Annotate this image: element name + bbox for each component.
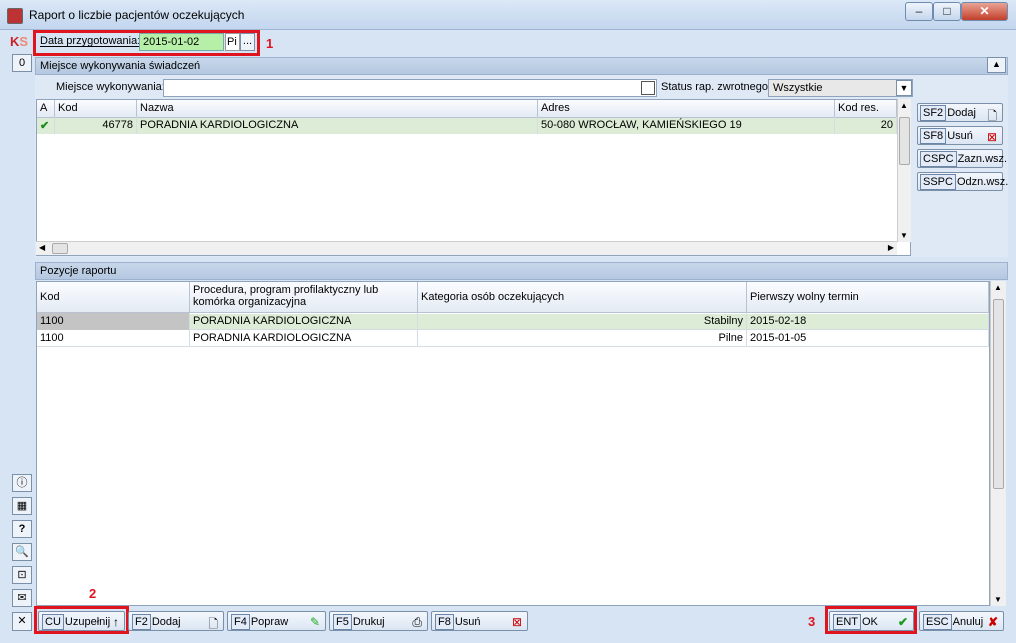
- cell-termin: 2015-02-18: [747, 313, 989, 330]
- report-items-table: Kod Procedura, program profilaktyczny lu…: [36, 281, 990, 606]
- column-header[interactable]: Procedura, program profilaktyczny lub ko…: [190, 282, 418, 313]
- close-icon[interactable]: ✕: [12, 612, 32, 631]
- section-report-items-header: Pozycje raportu: [35, 262, 1008, 280]
- app-icon: [7, 8, 23, 24]
- new-document-icon: 🗋: [987, 109, 997, 123]
- delete-icon: ⊠: [511, 615, 522, 629]
- places-table: A Kod Nazwa Adres Kod res. ✔ 46778 PORAD…: [36, 99, 911, 256]
- cell-procedura: PORADNIA KARDIOLOGICZNA: [190, 313, 418, 330]
- vertical-scrollbar[interactable]: ▲ ▼: [990, 281, 1006, 606]
- cell-kod: 1100: [37, 313, 190, 330]
- delete-button[interactable]: F8 Usuń ⊠: [431, 611, 528, 631]
- cell-termin: 2015-01-05: [747, 330, 989, 347]
- calculator-icon[interactable]: ▦: [12, 497, 32, 515]
- chevron-down-icon[interactable]: ▼: [896, 80, 912, 96]
- add-button[interactable]: F2 Dodaj 🗋: [128, 611, 224, 631]
- fill-in-button[interactable]: CU Uzupełnij ↑: [38, 611, 125, 631]
- status-label: Status rap. zwrotnego:: [661, 81, 772, 93]
- search-icon[interactable]: 🔍: [12, 543, 32, 561]
- status-select[interactable]: Wszystkie: [768, 79, 913, 97]
- add-place-button[interactable]: SF2 Dodaj 🗋: [917, 103, 1003, 123]
- annotation-label-2: 2: [89, 586, 97, 601]
- column-header[interactable]: Kod res.: [835, 100, 897, 118]
- logo-icon: KS: [10, 34, 29, 49]
- title-bar: Raport o liczbie pacjentów oczekujących …: [0, 0, 1016, 30]
- cell-kategoria: Stabilny: [418, 313, 747, 330]
- deselect-all-button[interactable]: SSPC Odzn.wsz.: [917, 172, 1008, 191]
- maximize-button[interactable]: □: [933, 2, 961, 21]
- column-header[interactable]: Kategoria osób oczekujących: [418, 282, 747, 313]
- select-all-button[interactable]: CSPC Zazn.wsz.: [917, 149, 1007, 168]
- cell-nazwa: PORADNIA KARDIOLOGICZNA: [137, 117, 538, 134]
- date-day-field: Pi: [225, 33, 240, 51]
- upload-icon: ↑: [113, 615, 119, 629]
- table-row[interactable]: 1100 PORADNIA KARDIOLOGICZNA Stabilny 20…: [37, 313, 989, 330]
- place-input[interactable]: [163, 79, 657, 97]
- annotation-label-1: 1: [266, 36, 274, 51]
- check-icon: ✔: [37, 117, 55, 134]
- annotation-label-3: 3: [808, 614, 816, 629]
- ok-button[interactable]: ENT OK ✔: [829, 611, 914, 631]
- column-header[interactable]: Adres: [538, 100, 835, 118]
- cell-adres: 50-080 WROCŁAW, KAMIEŃSKIEGO 19: [538, 117, 835, 134]
- column-header[interactable]: Pierwszy wolny termin: [747, 282, 989, 313]
- zero-button[interactable]: 0: [12, 54, 32, 72]
- table-row[interactable]: 1100 PORADNIA KARDIOLOGICZNA Pilne 2015-…: [37, 330, 989, 347]
- section-places-header: Miejsce wykonywania świadczeń: [35, 57, 1008, 75]
- printer-icon: ⎙: [412, 615, 422, 629]
- delete-icon: ⊠: [986, 130, 997, 144]
- pencil-icon: ✎: [309, 615, 320, 629]
- table-row[interactable]: ✔ 46778 PORADNIA KARDIOLOGICZNA 50-080 W…: [37, 117, 897, 134]
- cancel-button[interactable]: ESC Anuluj ✘: [919, 611, 1004, 631]
- new-document-icon: 🗋: [208, 617, 218, 631]
- minimize-button[interactable]: –: [905, 2, 933, 21]
- cell-kod: 1100: [37, 330, 190, 347]
- cell-kod-res: 20: [835, 117, 897, 134]
- place-lookup-button[interactable]: [641, 81, 655, 95]
- column-header[interactable]: Nazwa: [137, 100, 538, 118]
- info-icon[interactable]: ⓘ: [12, 474, 32, 492]
- horizontal-scrollbar[interactable]: ◀ ▶: [36, 241, 897, 255]
- print-button[interactable]: F5 Drukuj ⎙: [329, 611, 428, 631]
- date-picker-button[interactable]: ...: [240, 33, 255, 51]
- cell-kod: 46778: [55, 117, 137, 134]
- date-label: Data przygotowania:: [40, 35, 141, 47]
- date-input[interactable]: 2015-01-02: [139, 33, 224, 51]
- cell-kategoria: Pilne: [418, 330, 747, 347]
- collapse-icon[interactable]: ▲: [987, 57, 1006, 73]
- window-title: Raport o liczbie pacjentów oczekujących: [29, 8, 245, 22]
- mail-icon[interactable]: ✉: [12, 589, 32, 607]
- place-label: Miejsce wykonywania:: [56, 81, 165, 93]
- column-header[interactable]: A: [37, 100, 55, 118]
- cell-procedura: PORADNIA KARDIOLOGICZNA: [190, 330, 418, 347]
- help-icon[interactable]: ?: [12, 520, 32, 538]
- close-window-button[interactable]: ✕: [961, 2, 1008, 21]
- check-icon: ✔: [897, 615, 908, 629]
- edit-button[interactable]: F4 Popraw ✎: [227, 611, 326, 631]
- image-icon[interactable]: ⊡: [12, 566, 32, 584]
- delete-place-button[interactable]: SF8 Usuń ⊠: [917, 126, 1003, 145]
- column-header[interactable]: Kod: [55, 100, 137, 118]
- vertical-scrollbar[interactable]: ▲ ▼: [897, 99, 911, 242]
- column-header[interactable]: Kod: [37, 282, 190, 313]
- cancel-icon: ✘: [987, 615, 998, 629]
